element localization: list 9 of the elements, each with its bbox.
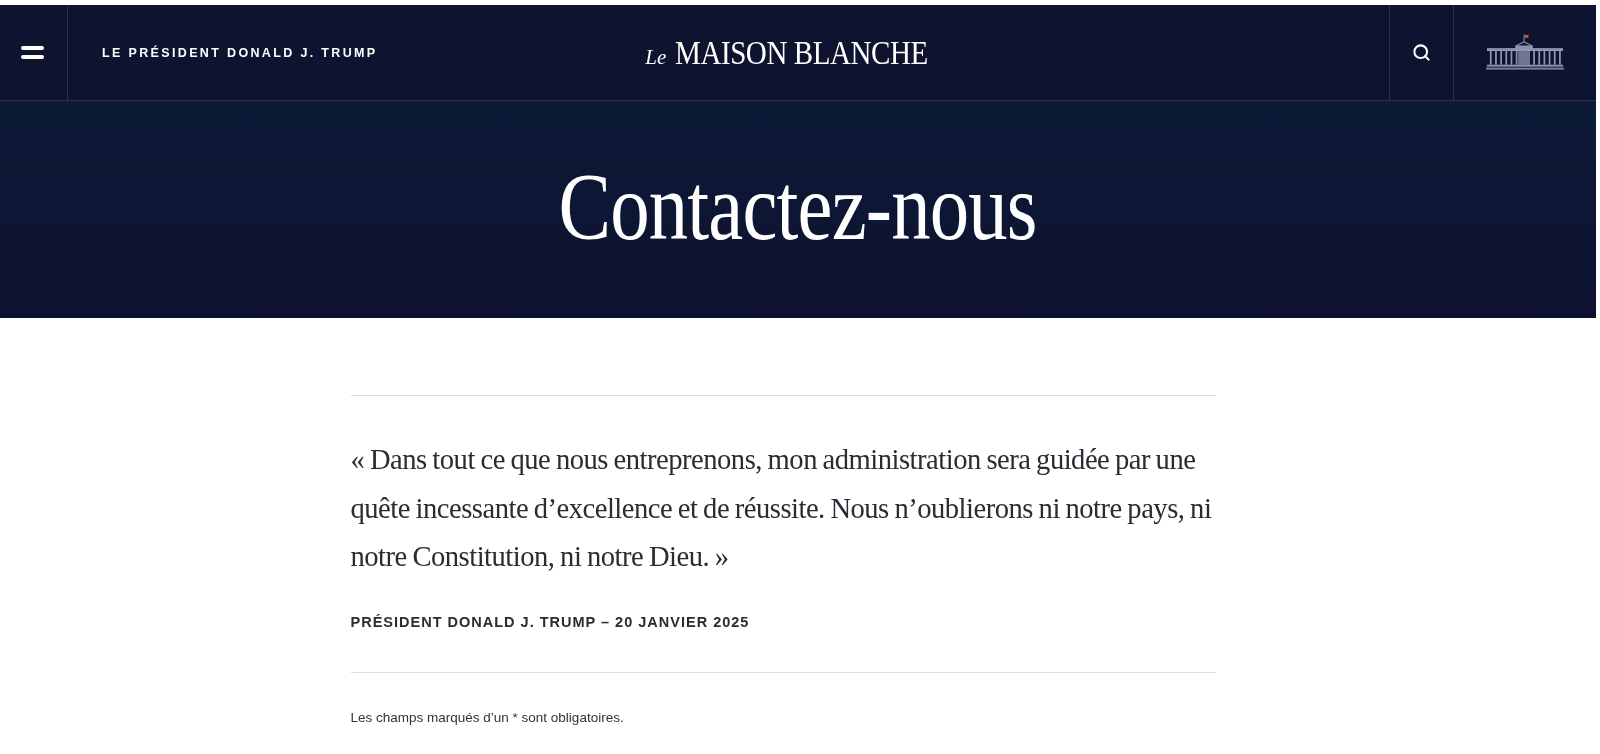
quote-text: « Dans tout ce que nous entreprenons, mon administration sera guidée par une quête incessante d’excellence et de réussite. Nous n’oublierons ni notre pays, ni notre Constitution, ni notre Dieu. » xyxy=(350,443,1213,574)
menu-icon xyxy=(21,46,44,59)
page-title: Contactez-nous xyxy=(558,158,1038,261)
president-link[interactable]: LE PRÉSIDENT DONALD J. TRUMP xyxy=(102,45,378,60)
building-icon xyxy=(1486,33,1564,72)
required-fields-note: Les champs marqués d’un * sont obligatoires. xyxy=(350,708,625,727)
search-icon xyxy=(1412,43,1431,62)
site-logo[interactable]: Le MAISON BLANCHE xyxy=(645,33,929,72)
quote-attribution: PRÉSIDENT DONALD J. TRUMP – 20 JANVIER 2025 xyxy=(350,612,751,632)
